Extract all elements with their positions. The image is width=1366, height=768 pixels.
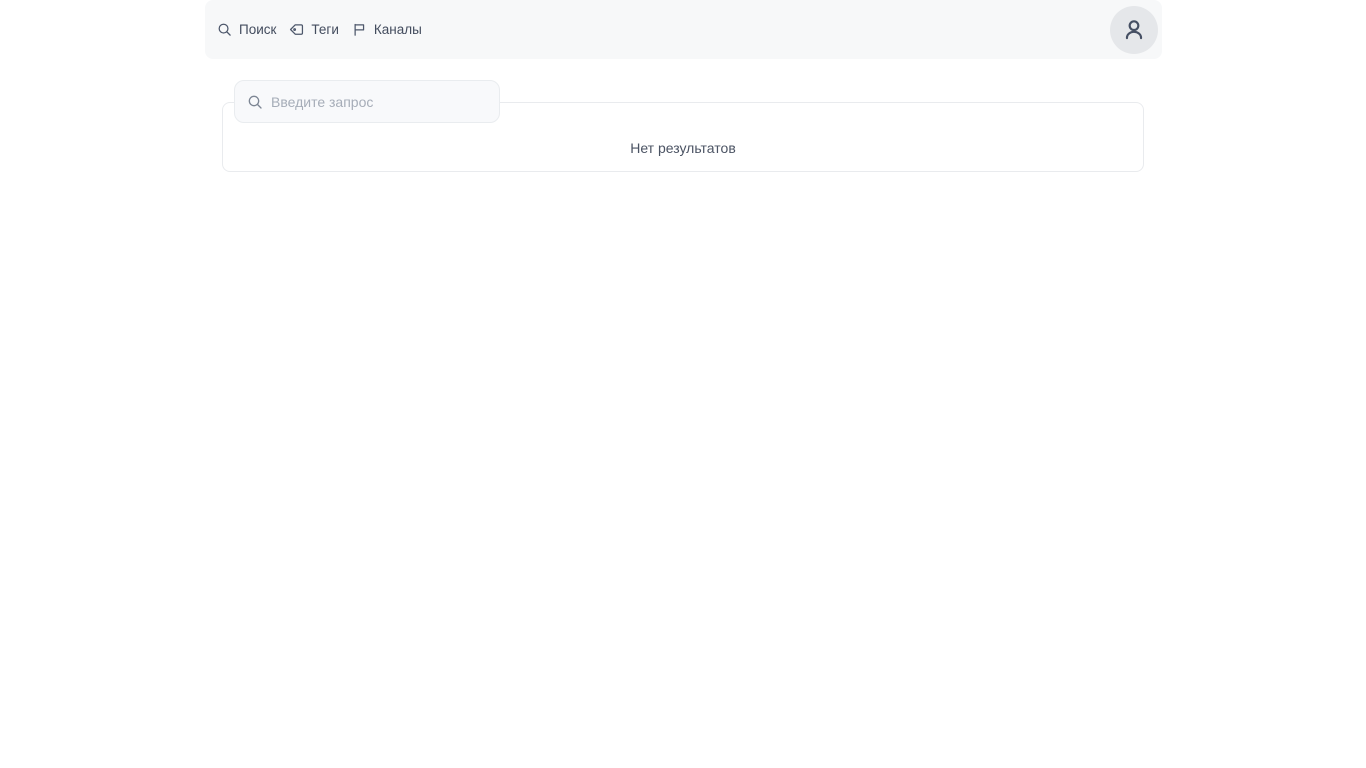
person-icon	[1125, 19, 1143, 39]
flag-icon	[354, 23, 365, 36]
search-box	[234, 80, 500, 123]
page: Поиск Теги Каналы Нет результатов Введит…	[0, 0, 1366, 768]
user-avatar-button[interactable]	[1110, 5, 1158, 54]
search-icon	[218, 23, 231, 36]
nav-item-label: Каналы	[373, 22, 422, 38]
top-nav: Поиск Теги Каналы	[217, 22, 422, 37]
header-bar: Поиск Теги Каналы	[205, 0, 1162, 59]
nav-item-channels[interactable]: Каналы	[352, 22, 422, 37]
tag-icon	[290, 24, 304, 35]
nav-item-search[interactable]: Поиск	[217, 22, 276, 37]
nav-item-label: Поиск	[239, 22, 277, 38]
nav-item-tags[interactable]: Теги	[289, 22, 339, 38]
search-icon	[248, 95, 262, 109]
search-input[interactable]	[271, 93, 489, 110]
nav-item-label: Теги	[311, 22, 339, 38]
empty-results-message: Нет результатов	[630, 139, 736, 156]
